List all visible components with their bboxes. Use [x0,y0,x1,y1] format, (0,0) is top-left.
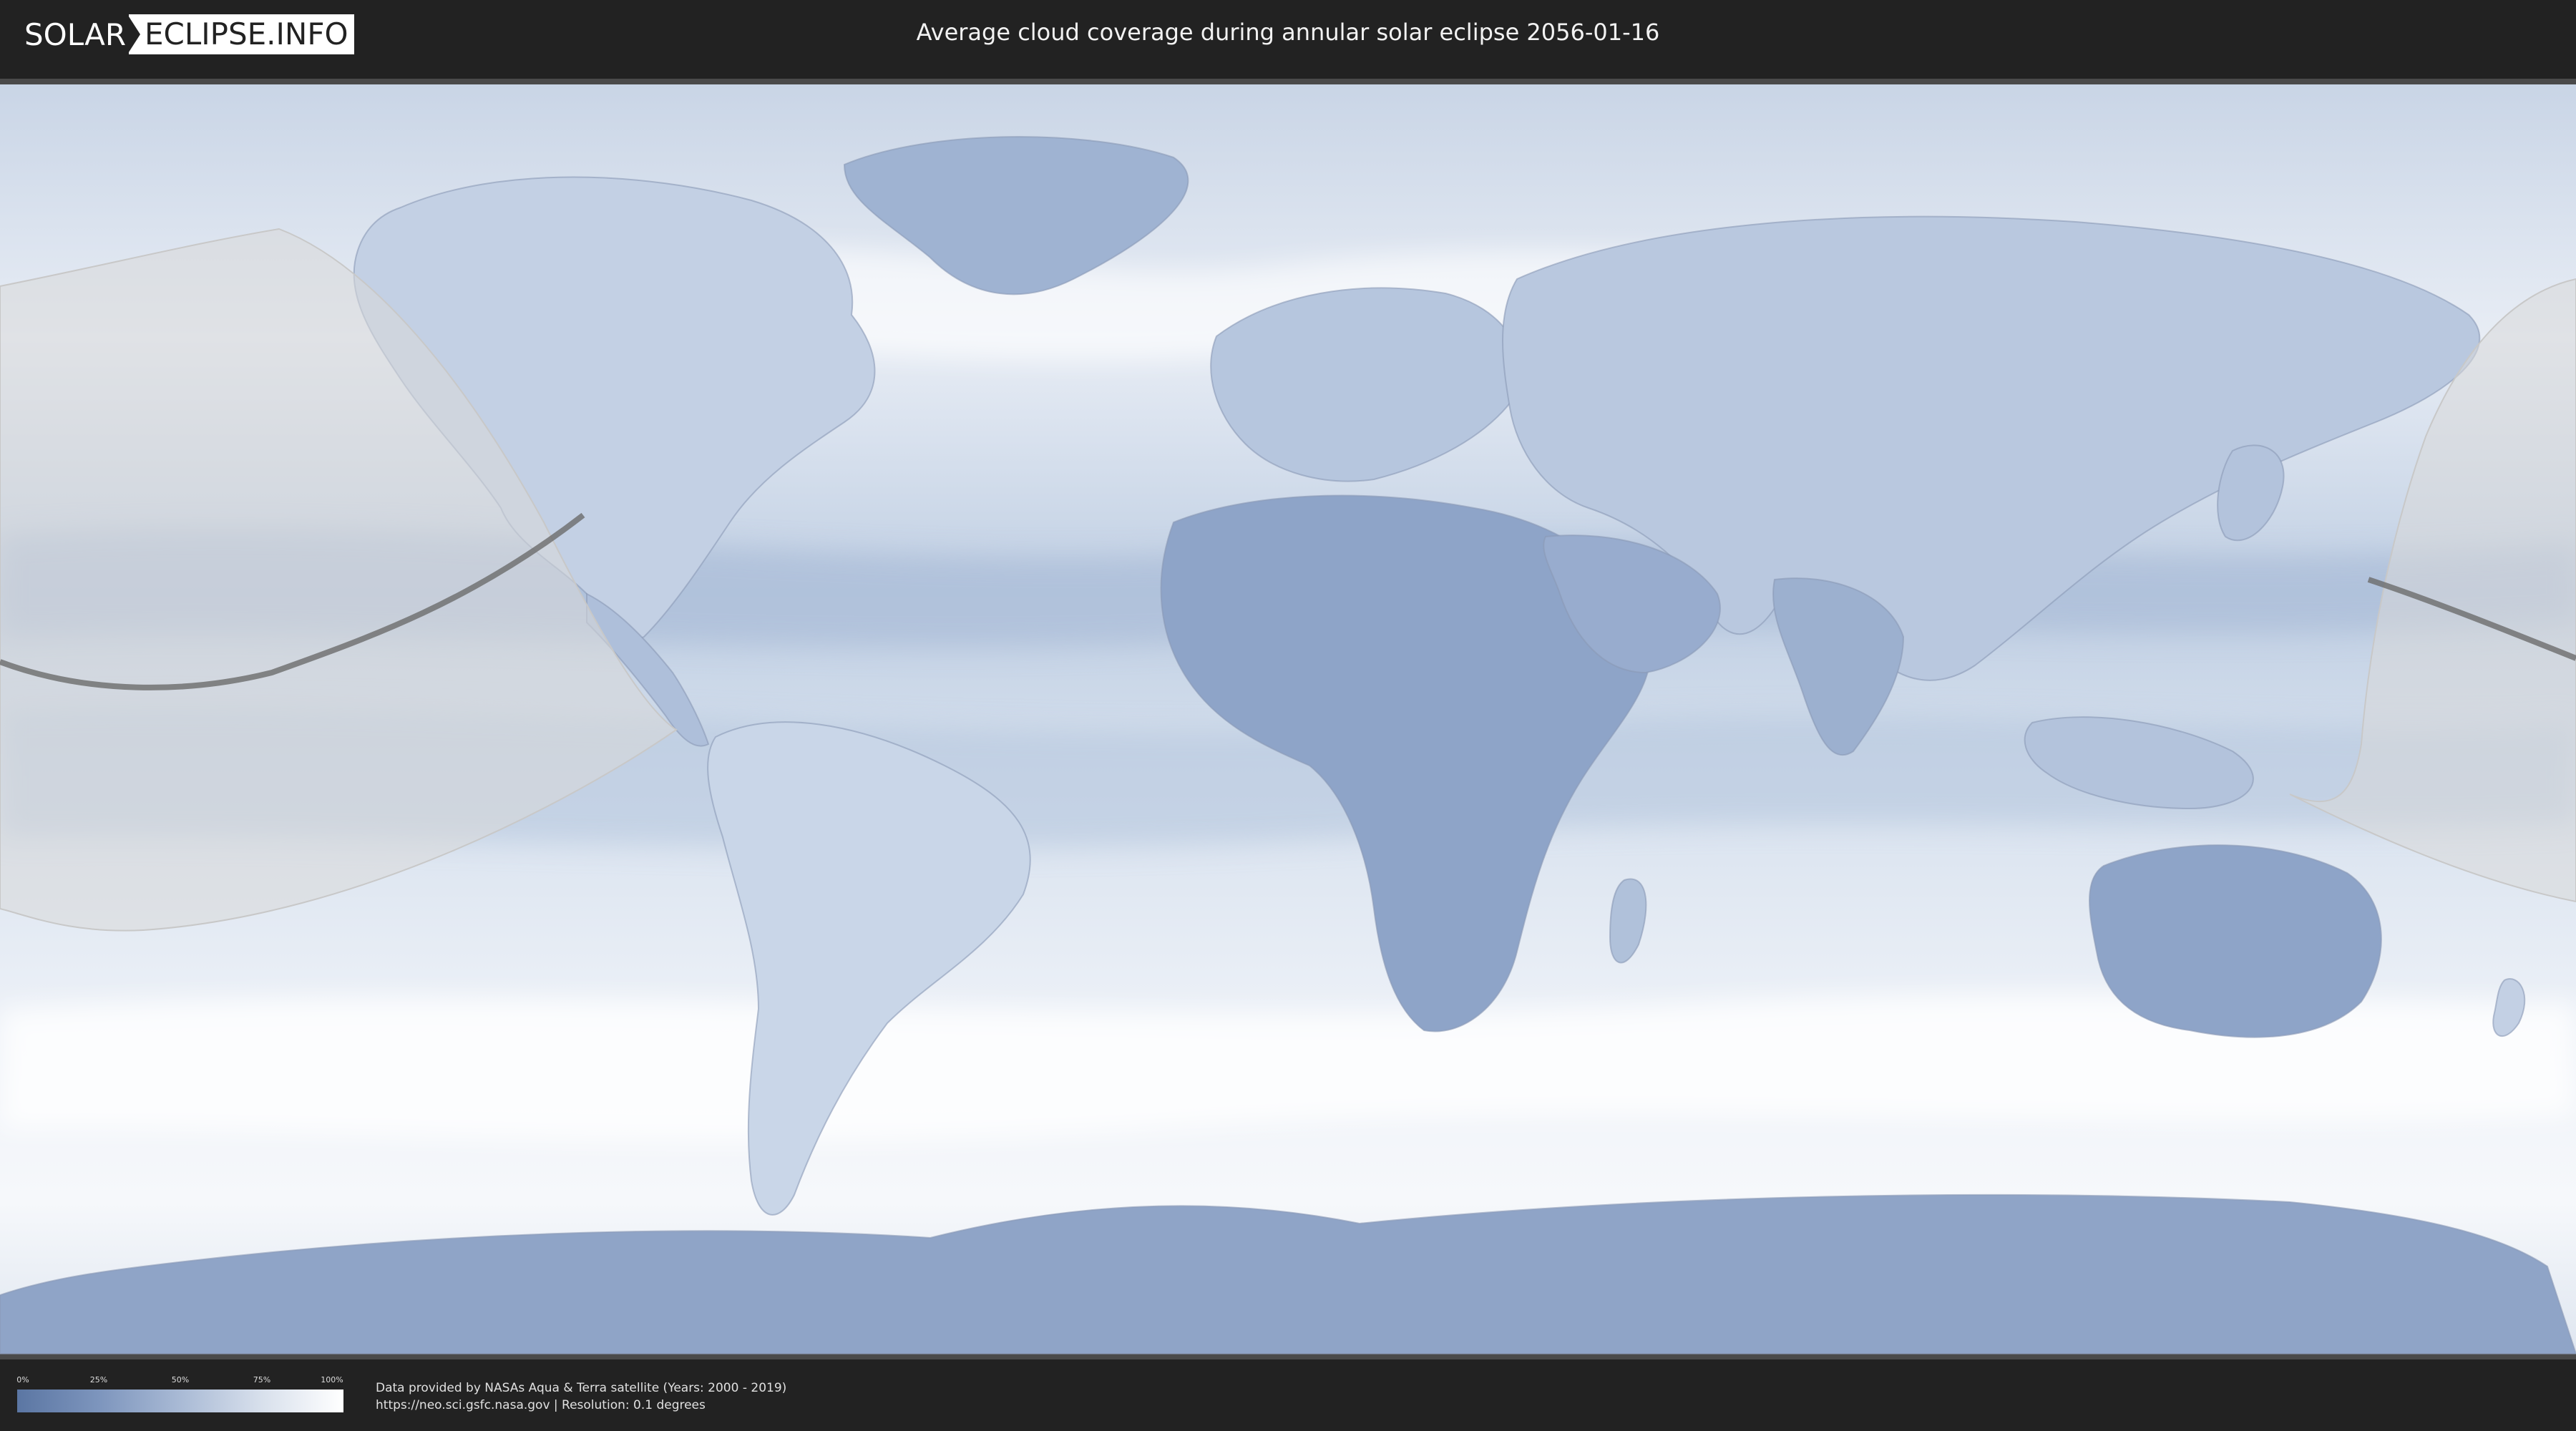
legend-ticks: 0% 25% 50% 75% 100% [16,1375,343,1385]
legend-tick-50: 50% [171,1375,190,1384]
data-credit: Data provided by NASAs Aqua & Terra sate… [376,1379,786,1414]
cloud-coverage-legend: 0% 25% 50% 75% 100% [16,1375,343,1415]
credit-line-url[interactable]: https://neo.sci.gsfc.nasa.gov | Resoluti… [376,1397,786,1414]
cloud-coverage-map [0,79,2576,1359]
world-map-svg [0,84,2576,1354]
legend-tick-75: 75% [253,1375,271,1384]
legend-tick-25: 25% [89,1375,108,1384]
credit-line-source: Data provided by NASAs Aqua & Terra sate… [376,1381,787,1395]
legend-color-bar [17,1390,343,1412]
header-bar: SOLAR ECLIPSE.INFO Average cloud coverag… [0,0,2576,72]
page-title: Average cloud coverage during annular so… [916,19,1660,46]
legend-tick-0: 0% [16,1375,29,1384]
footer-bar: 0% 25% 50% 75% 100% Data provided by NAS… [0,1359,2576,1431]
australia [2089,844,2382,1038]
legend-tick-100: 100% [321,1375,343,1384]
